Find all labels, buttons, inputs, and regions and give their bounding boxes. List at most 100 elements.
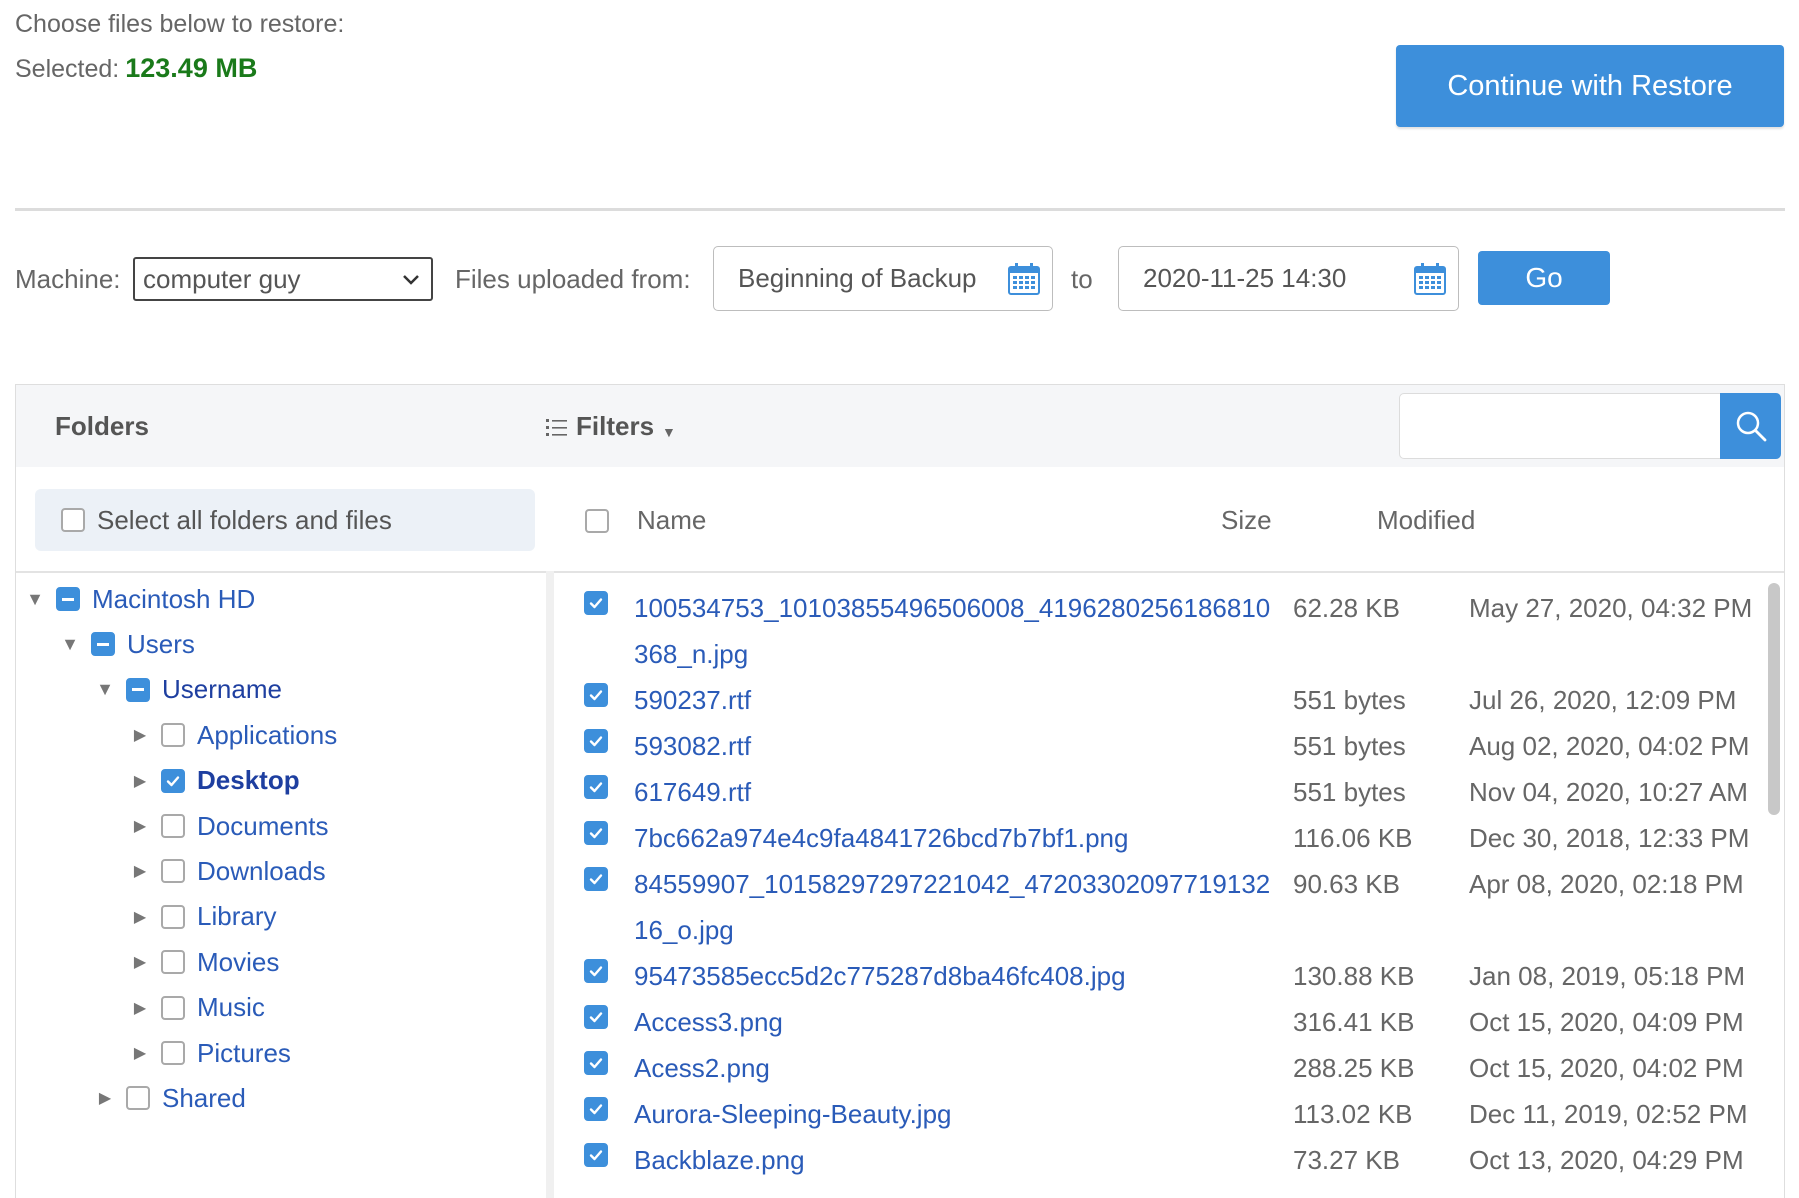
- selected-size: 123.49 MB: [125, 53, 258, 83]
- tree-item-checkbox[interactable]: [161, 768, 185, 793]
- expand-triangle-icon[interactable]: ▶: [96, 1088, 114, 1108]
- tree-item-label[interactable]: Macintosh HD: [92, 584, 255, 615]
- tree-item[interactable]: ▶ Applications: [131, 715, 337, 755]
- tree-item[interactable]: ▶ Shared: [96, 1078, 246, 1118]
- collapse-triangle-icon[interactable]: ▼: [26, 589, 44, 610]
- tree-item[interactable]: ▶ Music: [131, 988, 265, 1028]
- chevron-down-icon: [403, 275, 419, 285]
- file-checkbox[interactable]: [584, 1005, 608, 1029]
- file-name-link[interactable]: 617649.rtf: [634, 769, 1274, 815]
- tree-item[interactable]: ▶ Documents: [131, 806, 329, 846]
- tree-item-label[interactable]: Username: [162, 674, 282, 705]
- tree-item-label[interactable]: Downloads: [197, 856, 326, 887]
- file-checkbox[interactable]: [584, 591, 608, 615]
- file-checkbox[interactable]: [584, 959, 608, 983]
- file-list-header: Name Size Modified: [563, 489, 1773, 551]
- tree-item[interactable]: ▶ Movies: [131, 942, 280, 982]
- tree-item-label[interactable]: Desktop: [197, 765, 300, 796]
- select-all-checkbox[interactable]: [61, 508, 85, 532]
- tree-item-label[interactable]: Library: [197, 901, 276, 932]
- expand-triangle-icon[interactable]: ▶: [131, 952, 149, 972]
- column-size[interactable]: Size: [1221, 505, 1272, 536]
- tree-item-checkbox[interactable]: [91, 632, 115, 657]
- expand-triangle-icon[interactable]: ▶: [131, 907, 149, 927]
- file-name-link[interactable]: 593082.rtf: [634, 723, 1274, 769]
- expand-triangle-icon[interactable]: ▶: [131, 725, 149, 745]
- file-name-link[interactable]: Acess2.png: [634, 1045, 1274, 1091]
- from-date-input[interactable]: Beginning of Backup: [713, 246, 1053, 311]
- tree-item-label[interactable]: Pictures: [197, 1038, 291, 1069]
- tree-item[interactable]: ▼ Macintosh HD: [26, 579, 255, 619]
- tree-item-checkbox[interactable]: [161, 995, 185, 1020]
- file-name-link[interactable]: Backblaze.png: [634, 1137, 1274, 1183]
- machine-select[interactable]: computer guy: [133, 257, 433, 301]
- file-size: 551 bytes: [1293, 777, 1406, 807]
- scrollbar[interactable]: [1768, 583, 1780, 815]
- collapse-triangle-icon[interactable]: ▼: [96, 679, 114, 700]
- select-all-label: Select all folders and files: [97, 504, 392, 535]
- search-input[interactable]: [1399, 393, 1721, 459]
- calendar-icon[interactable]: [1006, 261, 1042, 297]
- tree-item[interactable]: ▶ Downloads: [131, 851, 326, 891]
- select-all-row[interactable]: Select all folders and files: [35, 489, 535, 551]
- tree-item-checkbox[interactable]: [161, 814, 185, 838]
- tree-item-label[interactable]: Documents: [197, 811, 329, 842]
- to-label: to: [1071, 264, 1093, 294]
- search-box: [1399, 393, 1781, 459]
- file-name-link[interactable]: Access3.png: [634, 999, 1274, 1045]
- folder-tree: ▼ Macintosh HD ▼ Users ▼ Username ▶ Application…: [16, 571, 546, 1198]
- expand-triangle-icon[interactable]: ▶: [131, 771, 149, 791]
- tree-item[interactable]: ▶ Pictures: [131, 1033, 291, 1073]
- file-checkbox[interactable]: [584, 821, 608, 845]
- go-button[interactable]: Go: [1478, 251, 1610, 305]
- expand-triangle-icon[interactable]: ▶: [131, 816, 149, 836]
- file-name-link[interactable]: Aurora-Sleeping-Beauty.jpg: [634, 1091, 1274, 1137]
- file-name-link[interactable]: 95473585ecc5d2c775287d8ba46fc408.jpg: [634, 953, 1274, 999]
- file-name-link[interactable]: 7bc662a974e4c9fa4841726bcd7b7bf1.png: [634, 815, 1274, 861]
- file-modified: Oct 15, 2020, 04:09 PM: [1469, 1007, 1744, 1037]
- filters-toggle[interactable]: Filters ▼: [546, 411, 676, 442]
- select-all-files-checkbox[interactable]: [585, 509, 609, 533]
- tree-item-checkbox[interactable]: [161, 1041, 185, 1065]
- continue-restore-button[interactable]: Continue with Restore: [1396, 45, 1784, 127]
- tree-item-label[interactable]: Applications: [197, 720, 337, 751]
- pane-splitter[interactable]: [546, 571, 554, 1198]
- file-checkbox[interactable]: [584, 775, 608, 799]
- search-button[interactable]: [1720, 393, 1781, 459]
- tree-item-label[interactable]: Users: [127, 629, 195, 660]
- tree-item-label[interactable]: Shared: [162, 1083, 246, 1114]
- expand-triangle-icon[interactable]: ▶: [131, 998, 149, 1018]
- column-modified[interactable]: Modified: [1377, 505, 1475, 536]
- file-checkbox[interactable]: [584, 729, 608, 753]
- tree-item[interactable]: ▶ Desktop: [131, 761, 300, 801]
- calendar-icon[interactable]: [1412, 261, 1448, 297]
- tree-item-checkbox[interactable]: [126, 677, 150, 702]
- file-name-link[interactable]: 100534753_10103855496506008_419628025618…: [634, 585, 1274, 677]
- file-checkbox[interactable]: [584, 1051, 608, 1075]
- tree-item-label[interactable]: Movies: [197, 947, 279, 978]
- file-checkbox[interactable]: [584, 1097, 608, 1121]
- column-name[interactable]: Name: [637, 505, 706, 536]
- file-name-link[interactable]: 590237.rtf: [634, 677, 1274, 723]
- tree-item-checkbox[interactable]: [126, 1086, 150, 1111]
- file-checkbox[interactable]: [584, 683, 608, 707]
- expand-triangle-icon[interactable]: ▶: [131, 1043, 149, 1063]
- file-checkbox[interactable]: [584, 867, 608, 891]
- tree-item-checkbox[interactable]: [161, 723, 185, 748]
- tree-item[interactable]: ▶ Library: [131, 897, 277, 937]
- tree-item-label[interactable]: Music: [197, 992, 265, 1023]
- tree-item-checkbox[interactable]: [161, 904, 185, 929]
- file-size: 551 bytes: [1293, 731, 1406, 761]
- expand-triangle-icon[interactable]: ▶: [131, 861, 149, 881]
- file-checkbox[interactable]: [584, 1143, 608, 1167]
- file-modified: May 27, 2020, 04:32 PM: [1469, 593, 1753, 623]
- tree-item-checkbox[interactable]: [161, 859, 185, 884]
- tree-item[interactable]: ▼ Users: [61, 624, 195, 664]
- file-name-link[interactable]: 84559907_10158297297221042_4720330209771…: [634, 861, 1274, 953]
- tree-item-checkbox[interactable]: [56, 587, 80, 611]
- to-date-input[interactable]: 2020-11-25 14:30: [1118, 246, 1459, 311]
- tree-item-checkbox[interactable]: [161, 950, 185, 975]
- collapse-triangle-icon[interactable]: ▼: [61, 634, 79, 655]
- tree-item[interactable]: ▼ Username: [96, 670, 282, 710]
- divider: [15, 208, 1785, 211]
